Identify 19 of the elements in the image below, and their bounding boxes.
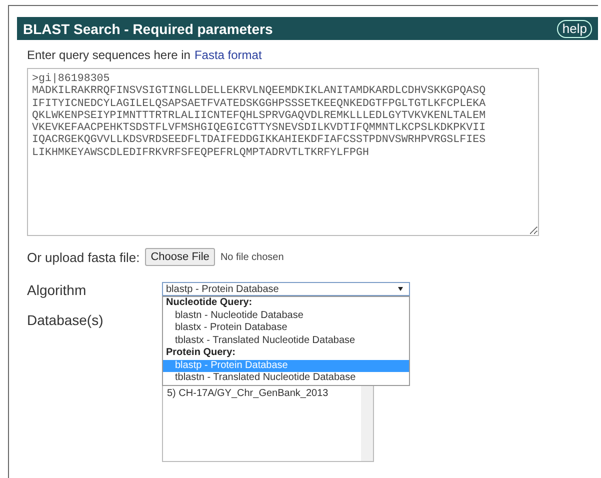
dropdown-option[interactable]: tblastx - Translated Nucleotide Database: [163, 334, 409, 347]
choose-file-button[interactable]: Choose File: [144, 248, 216, 266]
caret-icon: [398, 287, 403, 291]
algorithm-label: Algorithm: [27, 282, 88, 298]
database-label: Database(s): [27, 312, 104, 328]
query-label: Enter query sequences here in: [27, 48, 190, 62]
fasta-format-link[interactable]: Fasta format: [194, 48, 262, 62]
option-group-label: Protein Query:: [165, 347, 236, 360]
dropdown-option[interactable]: tblastn - Translated Nucleotide Database: [163, 372, 409, 384]
panel-title: BLAST Search - Required parameters: [23, 20, 273, 36]
dropdown-option[interactable]: blastn - Nucleotide Database: [163, 310, 409, 322]
sequence-input[interactable]: >gi|86198305 MADKILRAKRRQFINSVSIGTINGLLDELLEKRVLNQEEMDKIKLANITAMDKARDLCDHVSKKGPQASQ IFITYICNEDCYLAGILELQSAPSAETFVATEDSKGGHPSSSETKEEQNKEDGTFPGLTGTLKFCPLEKA QKLWKENPSEIYPIMNTTTRTRLALIICNTEFQHLSPRVGAQVDLREMKLLLEDLGYTVKVKENLTALEM VKEVKEFAACPEHKTSDSTFLVFMSHGIQEGICGTTYSNEVSDILKVDTIFQMMNTLKCPSLKDKPKVII IQACRGEKQGVVLLKDSVRDSEEDFLTDAIFEDDGIKKAHIEKDFIAFCSSTPDNVSWRHPVRGSLFIES LIKHMKEYAWSCDLEDIFRKVRFSFEQPEFRLQMPTADRVTLTKRFYLFPGH: [27, 68, 539, 236]
dropdown-option[interactable]: blastx - Protein Database: [163, 322, 409, 334]
file-status: No file chosen: [220, 252, 284, 262]
help-button[interactable]: help: [557, 20, 592, 38]
upload-label: Or upload fasta file:: [27, 250, 140, 264]
option-group-label: Nucleotide Query:: [165, 297, 254, 310]
algorithm-select[interactable]: blastp - Protein Database: [162, 282, 410, 296]
database-option[interactable]: 5) CH-17A/GY_Chr_GenBank_2013: [167, 388, 359, 399]
